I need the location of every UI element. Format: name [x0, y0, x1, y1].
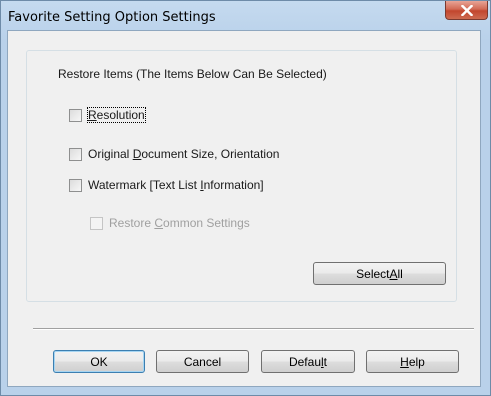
checkbox-box[interactable]	[69, 147, 82, 161]
close-button[interactable]	[445, 1, 488, 20]
help-button[interactable]: Help	[366, 350, 459, 373]
cancel-button[interactable]: Cancel	[156, 350, 249, 373]
resolution-checkbox[interactable]: Resolution	[69, 107, 146, 123]
watermark-label: Watermark [Text List Information]	[88, 178, 264, 192]
checkbox-box	[90, 216, 103, 230]
select-all-button[interactable]: Select All	[313, 262, 446, 285]
checkbox-box[interactable]	[69, 108, 82, 122]
watermark-checkbox[interactable]: Watermark [Text List Information]	[69, 178, 264, 192]
resolution-label: Resolution	[87, 107, 146, 123]
restore-common-settings-checkbox: Restore Common Settings	[90, 216, 250, 230]
original-document-size-checkbox[interactable]: Original Document Size, Orientation	[69, 147, 279, 161]
restore-items-legend: Restore Items (The Items Below Can Be Se…	[55, 67, 330, 81]
ok-button[interactable]: OK	[53, 350, 145, 373]
original-document-size-label: Original Document Size, Orientation	[88, 147, 280, 161]
window-title: Favorite Setting Option Settings	[8, 10, 216, 25]
checkbox-box[interactable]	[69, 178, 82, 192]
restore-common-settings-label: Restore Common Settings	[109, 216, 250, 230]
default-button[interactable]: Defau l t	[261, 350, 355, 373]
dialog-separator	[33, 328, 474, 330]
close-x-icon	[461, 5, 473, 16]
